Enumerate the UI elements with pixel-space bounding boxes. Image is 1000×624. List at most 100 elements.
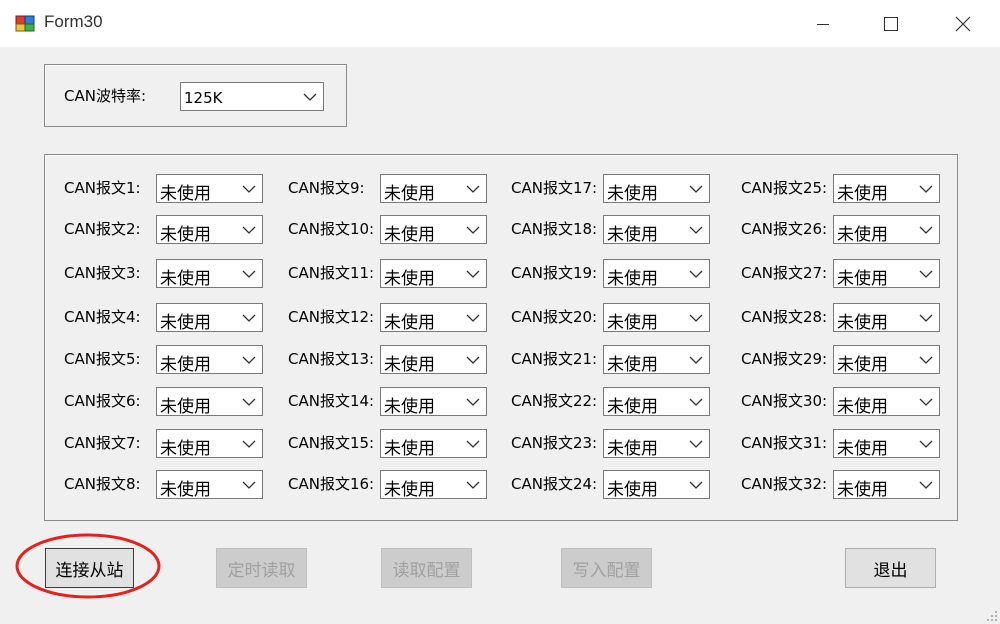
- can-message-select[interactable]: 未使用: [603, 215, 710, 245]
- chevron-down-icon: [919, 185, 933, 193]
- can-message-label: CAN报文24:: [511, 475, 598, 493]
- can-message-label: CAN报文22:: [511, 392, 598, 410]
- can-message-value: 未使用: [160, 225, 211, 245]
- can-message-select[interactable]: 未使用: [603, 303, 710, 333]
- form-app-icon: [15, 15, 35, 32]
- can-message-label: CAN报文10:: [288, 220, 375, 238]
- can-message-select[interactable]: 未使用: [156, 303, 263, 333]
- can-message-label: CAN报文30:: [741, 392, 828, 410]
- can-message-value: 未使用: [607, 355, 658, 375]
- maximize-button[interactable]: [868, 0, 914, 47]
- can-message-label: CAN报文5:: [64, 350, 141, 368]
- resize-grip-icon[interactable]: [986, 610, 998, 622]
- write-config-button[interactable]: 写入配置: [561, 548, 652, 588]
- can-message-select[interactable]: 未使用: [156, 429, 263, 459]
- close-button[interactable]: [940, 0, 986, 47]
- can-message-select[interactable]: 未使用: [156, 259, 263, 289]
- can-message-value: 未使用: [384, 355, 435, 375]
- can-message-select[interactable]: 未使用: [603, 259, 710, 289]
- can-message-select[interactable]: 未使用: [380, 470, 487, 500]
- can-message-value: 未使用: [837, 225, 888, 245]
- can-message-select[interactable]: 未使用: [833, 470, 940, 500]
- can-message-select[interactable]: 未使用: [833, 387, 940, 417]
- baud-rate-group: CAN波特率: 125K: [44, 64, 347, 127]
- can-message-value: 未使用: [837, 480, 888, 500]
- chevron-down-icon: [689, 356, 703, 364]
- can-message-select[interactable]: 未使用: [380, 215, 487, 245]
- can-message-select[interactable]: 未使用: [833, 259, 940, 289]
- can-message-select[interactable]: 未使用: [156, 174, 263, 204]
- can-message-select[interactable]: 未使用: [833, 345, 940, 375]
- chevron-down-icon: [466, 185, 480, 193]
- can-message-label: CAN报文32:: [741, 475, 828, 493]
- chevron-down-icon: [242, 185, 256, 193]
- can-message-label: CAN报文18:: [511, 220, 598, 238]
- can-message-select[interactable]: 未使用: [603, 470, 710, 500]
- can-message-select[interactable]: 未使用: [603, 387, 710, 417]
- can-message-value: 未使用: [160, 269, 211, 289]
- chevron-down-icon: [242, 398, 256, 406]
- can-message-label: CAN报文16:: [288, 475, 375, 493]
- chevron-down-icon: [919, 481, 933, 489]
- chevron-down-icon: [242, 356, 256, 364]
- can-message-select[interactable]: 未使用: [833, 215, 940, 245]
- can-message-value: 未使用: [384, 439, 435, 459]
- baud-rate-value: 125K: [184, 89, 223, 107]
- chevron-down-icon: [689, 398, 703, 406]
- can-message-label: CAN报文4:: [64, 308, 141, 326]
- chevron-down-icon: [466, 314, 480, 322]
- can-message-value: 未使用: [160, 313, 211, 333]
- minimize-icon: [817, 23, 829, 25]
- can-message-select[interactable]: 未使用: [603, 345, 710, 375]
- can-message-label: CAN报文19:: [511, 264, 598, 282]
- can-message-value: 未使用: [160, 397, 211, 417]
- chevron-down-icon: [466, 398, 480, 406]
- can-message-value: 未使用: [837, 269, 888, 289]
- can-message-value: 未使用: [607, 397, 658, 417]
- chevron-down-icon: [242, 270, 256, 278]
- can-message-select[interactable]: 未使用: [380, 303, 487, 333]
- chevron-down-icon: [466, 440, 480, 448]
- can-message-label: CAN报文12:: [288, 308, 375, 326]
- can-message-select[interactable]: 未使用: [380, 345, 487, 375]
- can-message-label: CAN报文31:: [741, 434, 828, 452]
- baud-rate-select[interactable]: 125K: [180, 82, 324, 111]
- can-message-select[interactable]: 未使用: [380, 259, 487, 289]
- can-messages-group: CAN报文1: 未使用 CAN报文2: 未使用 CAN报文3: 未使用 CAN报文4: 未使用…: [44, 154, 958, 521]
- can-message-value: 未使用: [160, 439, 211, 459]
- can-message-select[interactable]: 未使用: [156, 345, 263, 375]
- read-config-button[interactable]: 读取配置: [381, 548, 472, 588]
- can-message-value: 未使用: [384, 397, 435, 417]
- can-message-value: 未使用: [384, 225, 435, 245]
- can-message-select[interactable]: 未使用: [603, 429, 710, 459]
- can-message-value: 未使用: [384, 313, 435, 333]
- can-message-select[interactable]: 未使用: [833, 303, 940, 333]
- can-message-select[interactable]: 未使用: [603, 174, 710, 204]
- can-message-select[interactable]: 未使用: [380, 429, 487, 459]
- chevron-down-icon: [689, 270, 703, 278]
- chevron-down-icon: [466, 226, 480, 234]
- can-message-select[interactable]: 未使用: [156, 215, 263, 245]
- can-message-label: CAN报文11:: [288, 264, 375, 282]
- connect-slave-button[interactable]: 连接从站: [45, 548, 134, 588]
- minimize-button[interactable]: [800, 0, 846, 47]
- chevron-down-icon: [689, 185, 703, 193]
- chevron-down-icon: [689, 440, 703, 448]
- can-message-label: CAN报文8:: [64, 475, 141, 493]
- can-message-label: CAN报文9:: [288, 179, 365, 197]
- can-message-label: CAN报文13:: [288, 350, 375, 368]
- can-message-label: CAN报文26:: [741, 220, 828, 238]
- can-message-select[interactable]: 未使用: [380, 174, 487, 204]
- timed-read-button[interactable]: 定时读取: [216, 548, 307, 588]
- can-message-select[interactable]: 未使用: [380, 387, 487, 417]
- can-message-select[interactable]: 未使用: [833, 174, 940, 204]
- can-message-value: 未使用: [607, 439, 658, 459]
- can-message-select[interactable]: 未使用: [833, 429, 940, 459]
- can-message-value: 未使用: [607, 184, 658, 204]
- can-message-label: CAN报文25:: [741, 179, 828, 197]
- can-message-select[interactable]: 未使用: [156, 387, 263, 417]
- exit-button[interactable]: 退出: [845, 548, 936, 588]
- can-message-label: CAN报文29:: [741, 350, 828, 368]
- can-message-select[interactable]: 未使用: [156, 470, 263, 500]
- chevron-down-icon: [466, 356, 480, 364]
